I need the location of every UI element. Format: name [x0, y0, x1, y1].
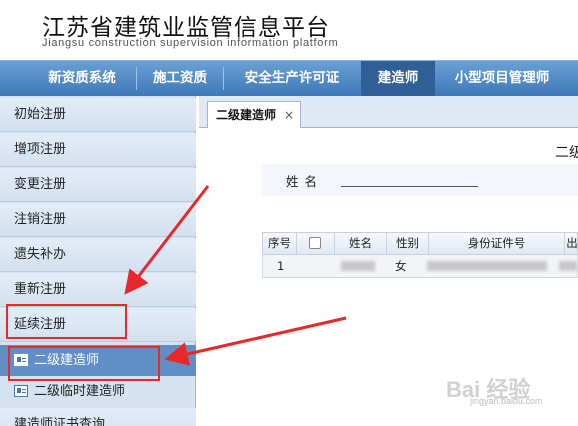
annotation-box-second-class	[8, 346, 160, 381]
nav-item-construction-qualification[interactable]: 施工资质	[138, 61, 222, 96]
select-all-checkbox[interactable]	[309, 237, 321, 249]
name-input[interactable]	[341, 169, 478, 187]
cell-gender: 女	[395, 259, 407, 273]
sidebar-item-re-registration[interactable]: 重新注册	[0, 273, 196, 307]
nav-item-safety-license[interactable]: 安全生产许可证	[225, 61, 359, 96]
sidebar-item-certificate-query[interactable]: 建造师证书查询	[0, 408, 196, 426]
nav-separator	[136, 67, 137, 90]
column-header-truncated[interactable]: 出	[565, 233, 578, 254]
site-subtitle: Jiangsu construction supervision informa…	[42, 37, 339, 49]
page: 江苏省建筑业监管信息平台 Jiangsu construction superv…	[0, 0, 578, 426]
sidebar-item-initial-registration[interactable]: 初始注册	[0, 98, 196, 132]
column-header-id-number[interactable]: 身份证件号	[429, 233, 565, 254]
nav-item-new-qualification[interactable]: 新资质系统	[30, 61, 134, 96]
nav-item-constructor[interactable]: 建造师	[361, 61, 435, 96]
tab-label: 二级建造师	[216, 108, 277, 122]
column-header-index[interactable]: 序号	[263, 233, 297, 254]
watermark-url: jingyan.baidu.com	[470, 396, 543, 406]
close-icon[interactable]: ×	[284, 102, 294, 128]
sidebar-item-cancel-registration[interactable]: 注销注册	[0, 203, 196, 237]
sidebar-item-change-registration[interactable]: 变更注册	[0, 168, 196, 202]
cell-truncated-redacted	[559, 261, 577, 271]
name-label: 姓名	[286, 174, 324, 189]
column-header-name[interactable]: 姓名	[335, 233, 387, 254]
column-header-gender[interactable]: 性别	[387, 233, 429, 254]
grid-header: 序号 姓名 性别 身份证件号 出	[262, 232, 578, 255]
tab-bar: 二级建造师 ×	[199, 96, 578, 129]
cell-id-redacted	[427, 261, 547, 271]
search-form: 姓名	[261, 164, 578, 196]
sidebar-item-lost-replacement[interactable]: 遗失补办	[0, 238, 196, 272]
sidebar-subitem-label: 二级临时建造师	[34, 384, 126, 399]
sidebar-item-add-registration[interactable]: 增项注册	[0, 133, 196, 167]
column-header-select[interactable]	[297, 233, 335, 254]
form-icon	[14, 385, 28, 397]
tab-second-class-constructor[interactable]: 二级建造师 ×	[207, 101, 301, 129]
form-title: 二级	[555, 145, 578, 161]
nav-item-small-project-manager[interactable]: 小型项目管理师	[437, 61, 567, 96]
annotation-box-renewal	[6, 304, 127, 339]
nav-separator	[223, 67, 224, 90]
table-row[interactable]: 1 女	[262, 255, 578, 278]
top-nav: 新资质系统 施工资质 安全生产许可证 建造师 小型项目管理师	[0, 60, 578, 96]
header: 江苏省建筑业监管信息平台 Jiangsu construction superv…	[0, 0, 578, 60]
cell-index: 1	[277, 259, 285, 273]
cell-name-redacted	[341, 261, 375, 271]
